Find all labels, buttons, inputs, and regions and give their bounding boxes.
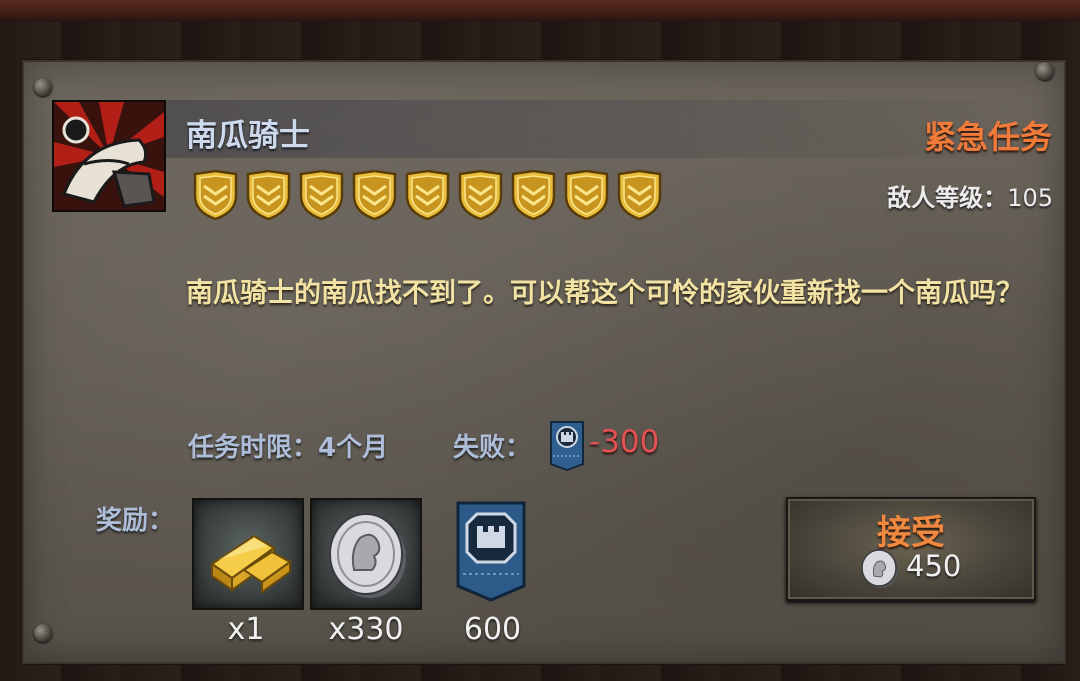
difficulty-shield-icon <box>457 169 504 221</box>
accept-cost: 450 <box>906 549 962 583</box>
enemy-level-value: 105 <box>1007 184 1053 212</box>
quest-description: 南瓜骑士的南瓜找不到了。可以帮这个可怜的家伙重新找一个南瓜吗？ <box>186 278 1023 309</box>
time-limit: 任务时限：4个月 <box>188 427 388 464</box>
enemy-level: 敌人等级：105 <box>887 178 1053 213</box>
time-limit-value: 4个月 <box>318 433 389 463</box>
fortress-banner-icon <box>549 420 585 472</box>
quest-type-urgent: 紧急任务 <box>923 118 1052 156</box>
difficulty-shield-icon <box>351 169 398 221</box>
pumpkin-knight-portrait <box>52 100 166 212</box>
difficulty-shield-icon <box>563 169 610 221</box>
gold-bars-icon <box>210 534 292 594</box>
rivet-bottom-left <box>34 624 52 642</box>
difficulty-shield-icon <box>298 169 345 221</box>
difficulty-shield-icon <box>245 169 292 221</box>
difficulty-shield-icon <box>510 169 557 221</box>
difficulty-shield-icon <box>616 169 663 221</box>
accept-button[interactable]: 接受 450 <box>786 497 1036 601</box>
reward-qty-gold: x1 <box>227 612 265 647</box>
reward-qty-silver: x330 <box>328 612 404 647</box>
failure-label: 失败： <box>453 433 532 463</box>
difficulty-shields <box>192 169 663 221</box>
enemy-level-label: 敌人等级： <box>887 184 1008 212</box>
wood-frame-top <box>0 0 1080 22</box>
reward-slot-silver[interactable] <box>310 498 422 610</box>
rivet-top-left <box>34 78 52 96</box>
pumpkin-knight-icon <box>54 102 164 210</box>
fortress-banner-icon <box>456 501 526 602</box>
reward-slot-fortress[interactable] <box>455 500 527 604</box>
time-limit-label: 任务时限： <box>188 433 319 463</box>
reward-slot-gold[interactable] <box>192 498 304 610</box>
difficulty-shield-icon <box>404 169 451 221</box>
quest-title: 南瓜骑士 <box>186 118 310 154</box>
rivet-top-right <box>1036 62 1054 80</box>
accept-button-label: 接受 <box>877 513 945 553</box>
difficulty-shield-icon <box>192 169 239 221</box>
reward-qty-fortress: 600 <box>463 612 522 647</box>
rewards-label: 奖励： <box>96 506 175 536</box>
failure-value: -300 <box>589 424 660 460</box>
silver-coin-icon <box>329 513 406 598</box>
silver-coin-icon <box>861 549 898 588</box>
